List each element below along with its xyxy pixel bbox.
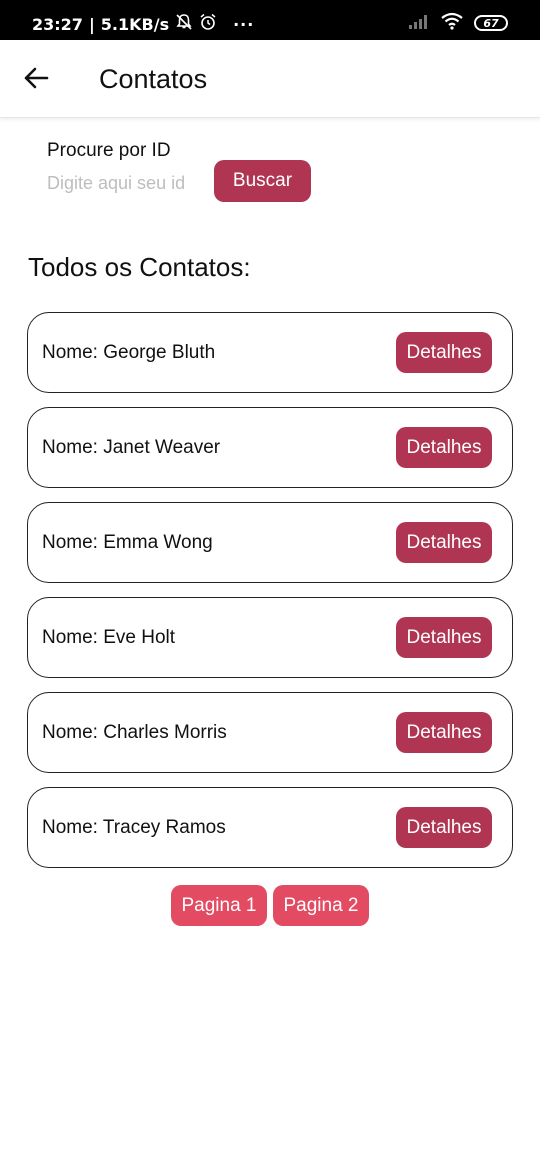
back-button[interactable]: [22, 66, 50, 94]
contact-card: Nome: Emma Wong Detalhes: [27, 502, 513, 583]
status-separator: |: [88, 14, 95, 34]
contact-name: Nome: George Bluth: [42, 342, 216, 363]
page-title: Contatos: [99, 64, 208, 94]
contact-card: Nome: Eve Holt Detalhes: [27, 597, 513, 678]
search-button[interactable]: Buscar: [214, 160, 311, 202]
alarm-icon: [199, 13, 217, 35]
page-2-button[interactable]: Pagina 2: [273, 885, 369, 926]
page-1-button[interactable]: Pagina 1: [171, 885, 267, 926]
mute-bell-icon: [175, 13, 193, 35]
details-button[interactable]: Detalhes: [396, 332, 492, 373]
status-left: 23:27 | 5.1KB/s ···: [32, 13, 254, 35]
details-button[interactable]: Detalhes: [396, 617, 492, 658]
contact-name: Nome: Eve Holt: [42, 627, 176, 648]
contact-name: Nome: Charles Morris: [42, 722, 227, 743]
contact-card: Nome: George Bluth Detalhes: [27, 312, 513, 393]
signal-icon: [408, 13, 430, 33]
status-time: 23:27: [32, 14, 83, 34]
details-button[interactable]: Detalhes: [396, 522, 492, 563]
battery-level: 67: [483, 16, 499, 30]
overflow-dots: ···: [233, 14, 255, 34]
battery-icon: 67: [474, 15, 508, 31]
status-bar: 23:27 | 5.1KB/s ··· 67: [0, 0, 540, 40]
pagination: Pagina 1 Pagina 2: [171, 885, 369, 926]
contact-card: Nome: Janet Weaver Detalhes: [27, 407, 513, 488]
contact-name: Nome: Emma Wong: [42, 532, 213, 553]
contact-card: Nome: Charles Morris Detalhes: [27, 692, 513, 773]
search-id-input[interactable]: [47, 170, 202, 196]
details-button[interactable]: Detalhes: [396, 427, 492, 468]
contact-name: Nome: Tracey Ramos: [42, 817, 226, 838]
status-network-speed: 5.1KB/s: [100, 14, 170, 34]
contact-name: Nome: Janet Weaver: [42, 437, 221, 458]
app-bar: Contatos: [0, 40, 540, 118]
details-button[interactable]: Detalhes: [396, 807, 492, 848]
section-title: Todos os Contatos:: [28, 252, 251, 282]
status-right: 67: [408, 12, 508, 34]
arrow-back-icon: [23, 66, 49, 95]
details-button[interactable]: Detalhes: [396, 712, 492, 753]
search-label: Procure por ID: [47, 140, 171, 161]
wifi-icon: [440, 12, 464, 34]
contact-card: Nome: Tracey Ramos Detalhes: [27, 787, 513, 868]
contact-list: Nome: George Bluth Detalhes Nome: Janet …: [27, 312, 513, 882]
